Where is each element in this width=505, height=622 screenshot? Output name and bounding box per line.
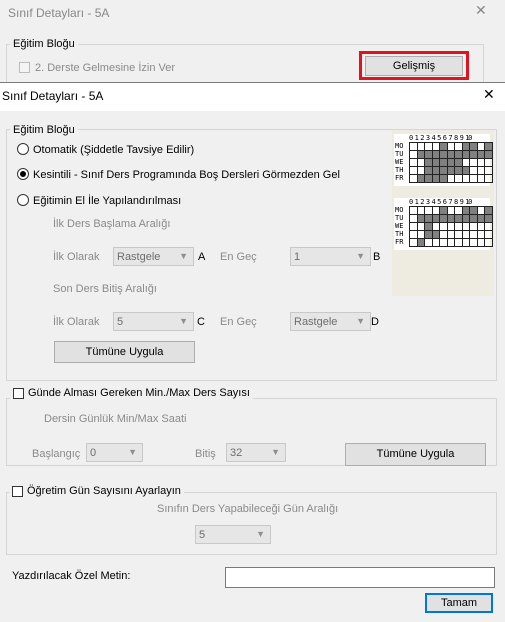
background-window-title: Sınıf Detayları - 5A <box>8 6 110 20</box>
chevron-down-icon: ▼ <box>271 447 280 457</box>
last-start-value: 5 <box>117 316 124 328</box>
schedule-preview-panel: 0 1 2 3 4 5 6 7 8 9 10 MO TU WE TH FR 0 1 2 3… <box>392 130 494 296</box>
teaching-days-checkbox[interactable] <box>12 485 23 497</box>
special-text-label: Yazdırılacak Özel Metin: <box>12 570 131 582</box>
daily-lessons-label: Günde Alması Gereken Min./Max Ders Sayıs… <box>28 387 250 399</box>
preview-day-label: FR <box>395 174 404 182</box>
chevron-down-icon: ▼ <box>179 316 188 326</box>
background-group-label: Eğitim Bloğu <box>10 38 78 50</box>
ilk-ders-title: İlk Ders Başlama Aralığı <box>53 218 171 230</box>
letter-a: A <box>198 251 206 263</box>
preview-cell <box>484 238 493 247</box>
teaching-days-group <box>6 492 497 555</box>
background-checkbox[interactable] <box>19 62 30 73</box>
teaching-days-label: Öğretim Gün Sayısını Ayarlayın <box>27 485 181 497</box>
ilk-olarak-label-1: İlk Olarak <box>53 251 100 263</box>
apply-all-button-2[interactable]: Tümüne Uygula <box>345 443 486 466</box>
dialog-title-bar: Sınıf Detayları - 5A ✕ <box>0 83 505 111</box>
son-ders-title: Son Ders Bitiş Aralığı <box>53 283 157 295</box>
preview-day-label: TH <box>395 230 404 238</box>
dialog-title: Sınıf Detayları - 5A <box>2 89 104 103</box>
preview-hour-header: 0 1 2 3 4 5 6 7 8 9 10 <box>409 134 472 142</box>
last-end-select[interactable]: Rastgele ▼ <box>290 312 371 331</box>
letter-d: D <box>371 316 379 328</box>
egitim-blogu-label: Eğitim Bloğu <box>10 124 78 136</box>
ok-button[interactable]: Tamam <box>425 593 493 613</box>
first-start-select[interactable]: Rastgele ▼ <box>113 247 194 266</box>
dialog-close-icon[interactable]: ✕ <box>483 86 495 103</box>
letter-b: B <box>373 251 381 263</box>
teaching-days-select[interactable]: 5 ▼ <box>195 525 271 544</box>
first-end-value: 1 <box>294 251 301 263</box>
first-start-value: Rastgele <box>117 251 161 263</box>
chevron-down-icon: ▼ <box>256 529 265 539</box>
preview-day-label: MO <box>395 142 404 150</box>
preview-day-label: MO <box>395 206 404 214</box>
preview-day-label: TU <box>395 150 404 158</box>
daily-start-value: 0 <box>90 447 97 459</box>
end-label: Bitiş <box>195 448 216 460</box>
teaching-days-value: 5 <box>199 529 206 541</box>
preview-cell <box>484 174 493 183</box>
en-gec-label-1: En Geç <box>220 251 257 263</box>
start-label: Başlangıç <box>32 448 81 460</box>
background-close-icon[interactable]: ✕ <box>475 2 487 19</box>
radio-el-ile[interactable] <box>17 194 29 206</box>
special-text-input[interactable] <box>225 567 495 588</box>
radio-otomatik-label: Otomatik (Şiddetle Tavsiye Edilir) <box>33 144 195 156</box>
radio-kesintili-label: Kesintili - Sınıf Ders Programında Boş D… <box>33 169 340 181</box>
last-start-select[interactable]: 5 ▼ <box>113 312 194 331</box>
daily-lessons-subtitle: Dersin Günlük Min/Max Saati <box>44 413 187 425</box>
daily-end-value: 32 <box>230 447 243 459</box>
preview-day-label: FR <box>395 238 404 246</box>
daily-end-select[interactable]: 32 ▼ <box>226 443 286 462</box>
advanced-button[interactable]: Gelişmiş <box>365 56 463 76</box>
daily-lessons-header: Günde Alması Gereken Min./Max Ders Sayıs… <box>10 387 253 399</box>
radio-el-ile-label: Eğitimin El İle Yapılandırılması <box>33 195 182 207</box>
chevron-down-icon: ▼ <box>356 316 365 326</box>
preview-day-label: TH <box>395 166 404 174</box>
chevron-down-icon: ▼ <box>179 251 188 261</box>
en-gec-label-2: En Geç <box>220 316 257 328</box>
apply-all-button-1[interactable]: Tümüne Uygula <box>54 341 195 363</box>
radio-kesintili[interactable] <box>17 168 29 180</box>
preview-day-label: WE <box>395 222 404 230</box>
teaching-days-subtitle: Sınıfın Ders Yapabileceği Gün Aralığı <box>157 503 339 515</box>
preview-day-label: WE <box>395 158 404 166</box>
background-checkbox-label: 2. Derste Gelmesine İzin Ver <box>35 62 176 74</box>
preview-hour-header: 0 1 2 3 4 5 6 7 8 9 10 <box>409 198 472 206</box>
ilk-olarak-label-2: İlk Olarak <box>53 316 100 328</box>
first-end-select[interactable]: 1 ▼ <box>290 247 371 266</box>
chevron-down-icon: ▼ <box>356 251 365 261</box>
teaching-days-header: Öğretim Gün Sayısını Ayarlayın <box>9 485 184 497</box>
background-window: Sınıf Detayları - 5A ✕ Eğitim Bloğu 2. D… <box>0 0 505 86</box>
daily-lessons-checkbox[interactable] <box>13 387 24 399</box>
daily-start-select[interactable]: 0 ▼ <box>86 443 143 462</box>
letter-c: C <box>197 316 205 328</box>
chevron-down-icon: ▼ <box>128 447 137 457</box>
preview-grid-top: 0 1 2 3 4 5 6 7 8 9 10 MO TU WE TH FR <box>394 134 493 186</box>
class-details-dialog: Sınıf Detayları - 5A ✕ Eğitim Bloğu Otom… <box>0 82 505 622</box>
last-end-value: Rastgele <box>294 316 338 328</box>
preview-grid-bottom: 0 1 2 3 4 5 6 7 8 9 10 MO TU WE TH FR <box>394 198 493 250</box>
preview-day-label: TU <box>395 214 404 222</box>
radio-otomatik[interactable] <box>17 143 29 155</box>
